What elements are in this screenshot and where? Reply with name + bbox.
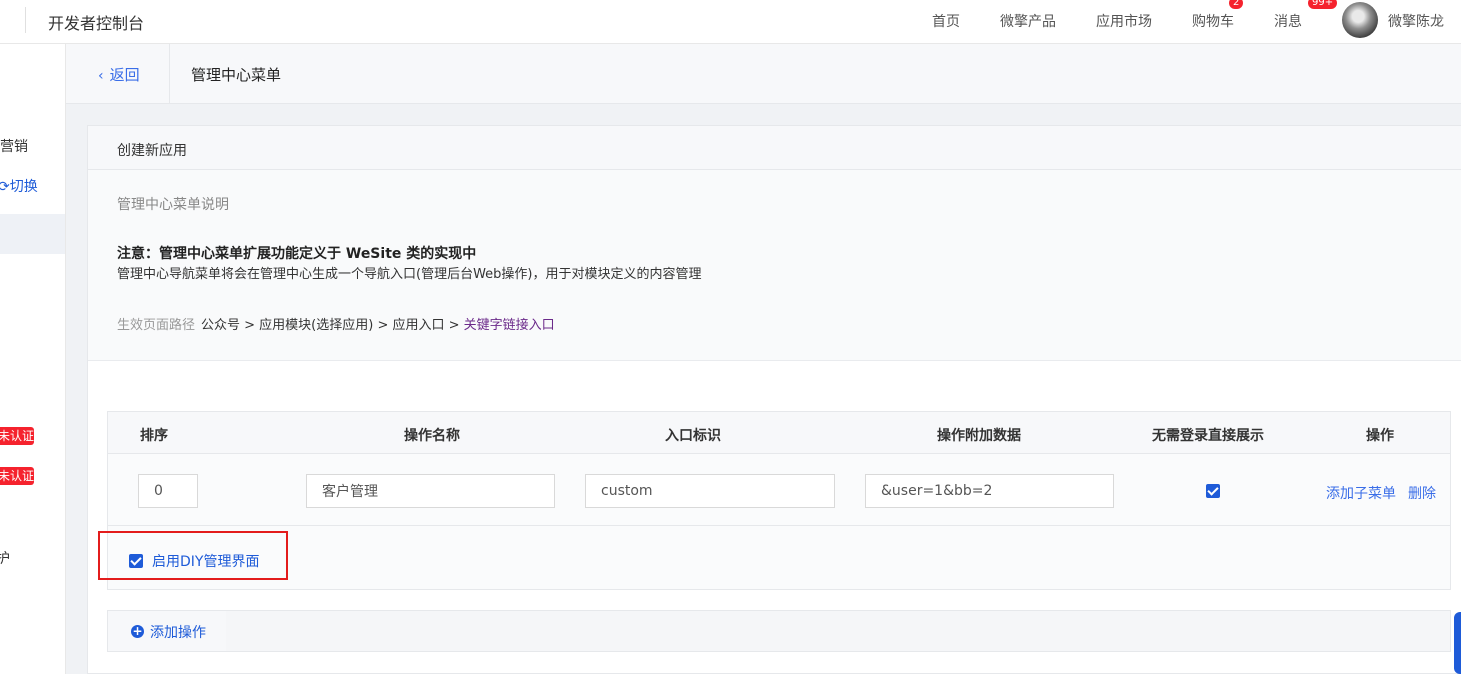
page-header: ‹ 返回 管理中心菜单 xyxy=(66,44,1461,104)
page-title: 管理中心菜单 xyxy=(191,66,282,84)
sidebar-item-marketing[interactable]: 营销 xyxy=(0,136,28,156)
username[interactable]: 微擎陈龙 xyxy=(1388,11,1444,31)
path-text: 公众号 > 应用模块(选择应用) > 应用入口 > xyxy=(201,318,464,333)
chevron-left-icon: ‹ xyxy=(98,68,104,84)
cart-badge: 2 xyxy=(1229,0,1244,9)
header-divider xyxy=(169,44,170,104)
description-panel: 管理中心菜单说明 注意：管理中心菜单扩展功能定义于 WeSite 类的实现中 管… xyxy=(88,170,1461,361)
notice-text: 注意：管理中心菜单扩展功能定义于 WeSite 类的实现中 xyxy=(117,246,477,262)
message-badge: 99+ xyxy=(1308,0,1338,9)
nav-messages[interactable]: 消息 xyxy=(1274,11,1302,31)
description-heading: 管理中心菜单说明 xyxy=(117,197,229,213)
path-last-link[interactable]: 关键字链接入口 xyxy=(464,318,555,333)
diy-checkbox[interactable] xyxy=(129,554,143,568)
header-name: 操作名称 xyxy=(404,428,460,444)
header-sort: 排序 xyxy=(140,428,168,444)
sort-input[interactable] xyxy=(138,474,198,508)
add-operation-bar: + 添加操作 xyxy=(107,610,1451,652)
table-header: 排序 操作名称 入口标识 操作附加数据 无需登录直接展示 操作 xyxy=(108,412,1450,454)
delete-link[interactable]: 删除 xyxy=(1408,483,1436,503)
sidebar-item-active[interactable] xyxy=(0,214,65,254)
name-input[interactable] xyxy=(306,474,555,508)
top-bar: 开发者控制台 首页 微擎产品 应用市场 购物车 2 消息 99+ 微擎陈龙 xyxy=(0,0,1461,44)
add-operation-button[interactable]: + 添加操作 xyxy=(108,611,226,651)
topbar-divider xyxy=(25,7,26,33)
sidebar-unverified-badge-2: 未认证 xyxy=(0,467,34,485)
add-submenu-link[interactable]: 添加子菜单 xyxy=(1326,483,1396,503)
main-card: 创建新应用 管理中心菜单说明 注意：管理中心菜单扩展功能定义于 WeSite 类… xyxy=(87,125,1461,674)
floating-side-tab[interactable] xyxy=(1454,612,1461,674)
console-title: 开发者控制台 xyxy=(48,14,145,33)
entry-input[interactable] xyxy=(585,474,835,508)
back-button[interactable]: ‹ 返回 xyxy=(98,64,140,85)
menu-table: 排序 操作名称 入口标识 操作附加数据 无需登录直接展示 操作 添加子菜单 删除 xyxy=(107,411,1451,590)
plus-circle-icon: + xyxy=(131,624,144,638)
path-label: 生效页面路径 xyxy=(117,318,196,333)
nav-app-market[interactable]: 应用市场 xyxy=(1096,11,1152,31)
header-entry: 入口标识 xyxy=(665,428,721,444)
no-login-checkbox[interactable] xyxy=(1206,484,1220,498)
avatar[interactable] xyxy=(1342,2,1378,38)
sidebar-item-maintain[interactable]: 护 xyxy=(0,548,10,568)
extra-input[interactable] xyxy=(865,474,1114,508)
sidebar-unverified-badge: 未认证 xyxy=(0,427,34,445)
notice-detail: 管理中心导航菜单将会在管理中心生成一个导航入口(管理后台Web操作)，用于对模块… xyxy=(117,267,702,282)
table-row: 添加子菜单 删除 xyxy=(108,454,1450,526)
nav-products[interactable]: 微擎产品 xyxy=(1000,11,1056,31)
diy-toggle-highlight[interactable]: 启用DIY管理界面 xyxy=(98,531,288,580)
nav-home[interactable]: 首页 xyxy=(932,11,960,31)
sidebar: 营销 ⟳切换 未认证 未认证 护 xyxy=(0,44,66,674)
sidebar-item-switch[interactable]: ⟳切换 xyxy=(0,176,38,196)
nav-cart[interactable]: 购物车 xyxy=(1192,11,1234,31)
back-label: 返回 xyxy=(109,66,140,84)
header-extra: 操作附加数据 xyxy=(937,428,1021,444)
header-no-login: 无需登录直接展示 xyxy=(1152,428,1264,444)
effective-path: 生效页面路径 公众号 > 应用模块(选择应用) > 应用入口 > 关键字链接入口 xyxy=(117,314,555,333)
header-actions: 操作 xyxy=(1366,428,1394,444)
card-title: 创建新应用 xyxy=(117,143,187,159)
card-header: 创建新应用 xyxy=(88,126,1461,170)
diy-label[interactable]: 启用DIY管理界面 xyxy=(152,551,259,571)
add-operation-label: 添加操作 xyxy=(150,625,206,641)
